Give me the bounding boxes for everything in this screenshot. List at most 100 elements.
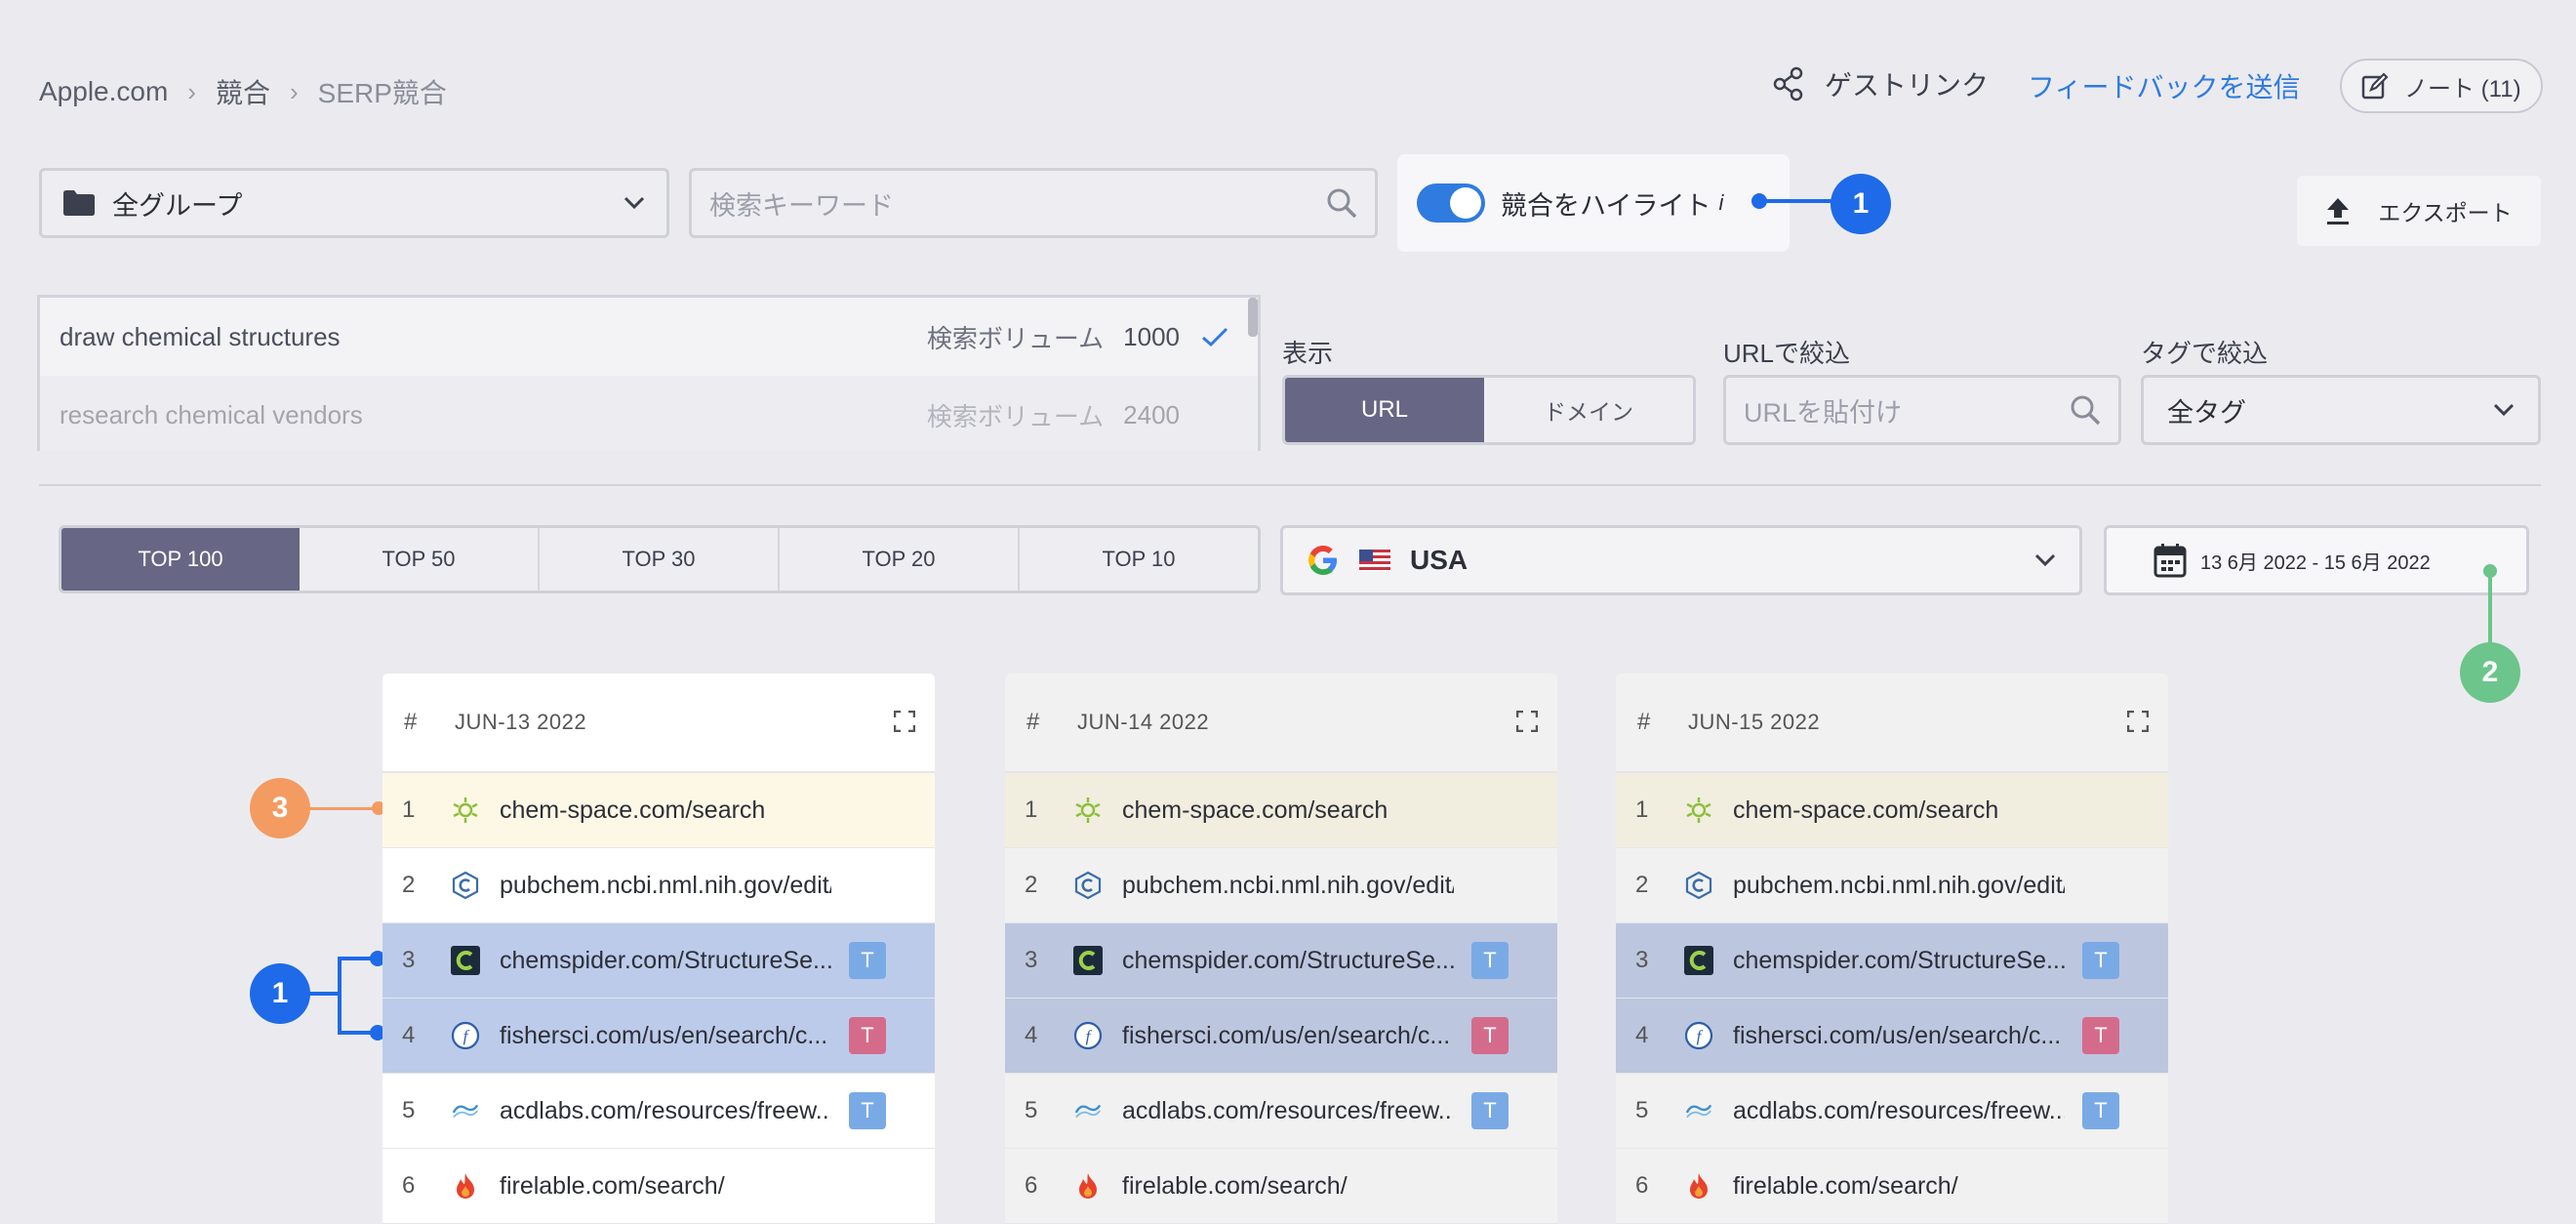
result-url[interactable]: chemspider.com/StructureSe... [1122,947,1454,975]
search-engine-location-select[interactable]: USA [1280,525,2082,595]
acdlabs-icon [1684,1096,1713,1125]
tag-badge[interactable]: T [849,1092,886,1129]
rank-number: 5 [402,1097,416,1123]
table-row[interactable]: 5 acdlabs.com/resources/freew... T [1005,1074,1557,1149]
guest-link-button[interactable]: ゲストリンク [1772,64,1989,103]
tab-top-100[interactable]: TOP 100 [61,528,300,591]
pubchem-icon [451,871,480,900]
result-url[interactable]: fishersci.com/us/en/search/c... [1733,1022,2061,1050]
serp-table: # JUN-13 2022 1 chem-space.com/search 2 pubch… [382,673,935,1224]
result-url[interactable]: chem-space.com/search [500,796,765,825]
view-label: 表示 [1282,339,1334,368]
table-row[interactable]: 6 firelable.com/search/ [1616,1149,2168,1224]
result-url[interactable]: acdlabs.com/resources/freew... [1122,1097,1454,1125]
result-url[interactable]: fishersci.com/us/en/search/c... [1122,1022,1450,1050]
tag-badge[interactable]: T [849,1017,886,1054]
tag-filter-select[interactable]: 全タグ [2141,375,2541,445]
table-row[interactable]: 2 pubchem.ncbi.nml.nih.gov/edit/ [1616,848,2168,923]
result-url[interactable]: acdlabs.com/resources/freew... [500,1097,831,1125]
table-row[interactable]: 1 chem-space.com/search [1005,773,1557,848]
date-range-value: 13 6月 2022 - 15 6月 2022 [2200,551,2431,574]
callout-connector [338,957,342,1035]
tab-top-30[interactable]: TOP 30 [540,528,780,591]
result-url[interactable]: firelable.com/search/ [1122,1172,1348,1201]
result-url[interactable]: firelable.com/search/ [1733,1172,1958,1201]
notes-button[interactable]: ノート (11) [2340,59,2543,113]
keyword-list-item[interactable]: research chemical vendors 検索ボリューム 2400 [40,376,1258,451]
expand-icon[interactable] [1516,711,1538,732]
calendar-icon [2153,544,2187,578]
tab-top-20[interactable]: TOP 20 [780,528,1020,591]
view-url-button[interactable]: URL [1285,378,1484,442]
group-select[interactable]: 全グループ [39,168,669,238]
table-row[interactable]: 1 chem-space.com/search [382,773,935,848]
table-row[interactable]: 2 pubchem.ncbi.nml.nih.gov/edit/ [1005,848,1557,923]
table-row[interactable]: 5 acdlabs.com/resources/freew... T [382,1074,935,1149]
chemspider-icon [1073,946,1103,975]
tag-badge[interactable]: T [2082,942,2119,979]
chevron-down-icon [2034,553,2056,567]
result-url[interactable]: pubchem.ncbi.nml.nih.gov/edit/ [1122,872,1454,900]
table-row[interactable]: 4 f fishersci.com/us/en/search/c... T [1005,999,1557,1074]
pubchem-icon [1684,871,1713,900]
table-row[interactable]: 3 chemspider.com/StructureSe... T [1005,923,1557,999]
breadcrumb-item-site[interactable]: Apple.com [39,76,168,107]
breadcrumb-item-current: SERP競合 [317,78,447,108]
table-row[interactable]: 6 firelable.com/search/ [1005,1149,1557,1224]
export-button[interactable]: エクスポート [2297,176,2541,246]
group-select-value: 全グループ [112,190,243,221]
tag-badge[interactable]: T [2082,1092,2119,1129]
tab-top-10[interactable]: TOP 10 [1020,528,1258,591]
result-url[interactable]: chem-space.com/search [1733,796,1998,825]
feedback-link[interactable]: フィードバックを送信 [2028,66,2300,105]
tag-badge[interactable]: T [1471,1092,1509,1129]
tag-filter-label: タグで絞込 [2141,339,2269,368]
expand-icon[interactable] [2127,711,2149,732]
rank-number: 6 [1025,1172,1038,1199]
keyword-list-scrollbar[interactable] [1248,298,1258,337]
chemspider-icon [1684,946,1713,975]
view-domain-button[interactable]: ドメイン [1484,378,1693,442]
tag-filter-value: 全タグ [2167,397,2246,428]
expand-icon[interactable] [894,711,915,732]
result-url[interactable]: firelable.com/search/ [500,1172,725,1201]
rank-number: 4 [402,1022,416,1048]
serp-table-header: # JUN-13 2022 [382,673,935,773]
table-row[interactable]: 4 f fishersci.com/us/en/search/c... T [1616,999,2168,1074]
table-row[interactable]: 2 pubchem.ncbi.nml.nih.gov/edit/ [382,848,935,923]
table-row[interactable]: 3 chemspider.com/StructureSe... T [1616,923,2168,999]
tab-top-50[interactable]: TOP 50 [300,528,540,591]
tag-badge[interactable]: T [849,942,886,979]
result-url[interactable]: acdlabs.com/resources/freew... [1733,1097,2065,1125]
table-row[interactable]: 5 acdlabs.com/resources/freew... T [1616,1074,2168,1149]
highlight-competitors-toggle[interactable] [1417,184,1485,223]
search-icon [1327,188,1357,219]
tag-badge[interactable]: T [1471,942,1509,979]
table-row[interactable]: 4 f fishersci.com/us/en/search/c... T [382,999,935,1074]
result-url[interactable]: fishersci.com/us/en/search/c... [500,1022,827,1050]
result-url[interactable]: chem-space.com/search [1122,796,1388,825]
result-url[interactable]: pubchem.ncbi.nml.nih.gov/edit/ [1733,872,2065,900]
rank-number: 1 [1025,796,1038,823]
table-row[interactable]: 6 firelable.com/search/ [382,1149,935,1224]
url-filter-input[interactable]: URLを貼付け [1723,375,2121,445]
rank-number: 5 [1635,1097,1649,1123]
serp-table: # JUN-15 2022 1 chem-space.com/search 2 pubch… [1616,673,2168,1224]
result-url[interactable]: chemspider.com/StructureSe... [500,947,831,975]
tag-badge[interactable]: T [2082,1017,2119,1054]
table-row[interactable]: 3 chemspider.com/StructureSe... T [382,923,935,999]
result-url[interactable]: pubchem.ncbi.nml.nih.gov/edit/ [500,872,831,900]
date-range-picker[interactable]: 13 6月 2022 - 15 6月 2022 [2104,525,2529,595]
breadcrumb-item-competitors[interactable]: 競合 [216,72,270,111]
fire-icon [1073,1171,1103,1201]
rank-number: 2 [1635,872,1649,898]
volume-value: 2400 [1123,399,1180,429]
callout-badge-1: 1 [1831,174,1891,234]
result-url[interactable]: chemspider.com/StructureSe... [1733,947,2065,975]
tag-badge[interactable]: T [1471,1017,1509,1054]
keyword-search-input[interactable]: 検索キーワード [689,168,1378,238]
rank-column-header: # [404,709,418,735]
info-icon[interactable]: i [1718,190,1723,216]
table-row[interactable]: 1 chem-space.com/search [1616,773,2168,848]
keyword-list-item[interactable]: draw chemical structures 検索ボリューム 1000 [40,298,1258,376]
